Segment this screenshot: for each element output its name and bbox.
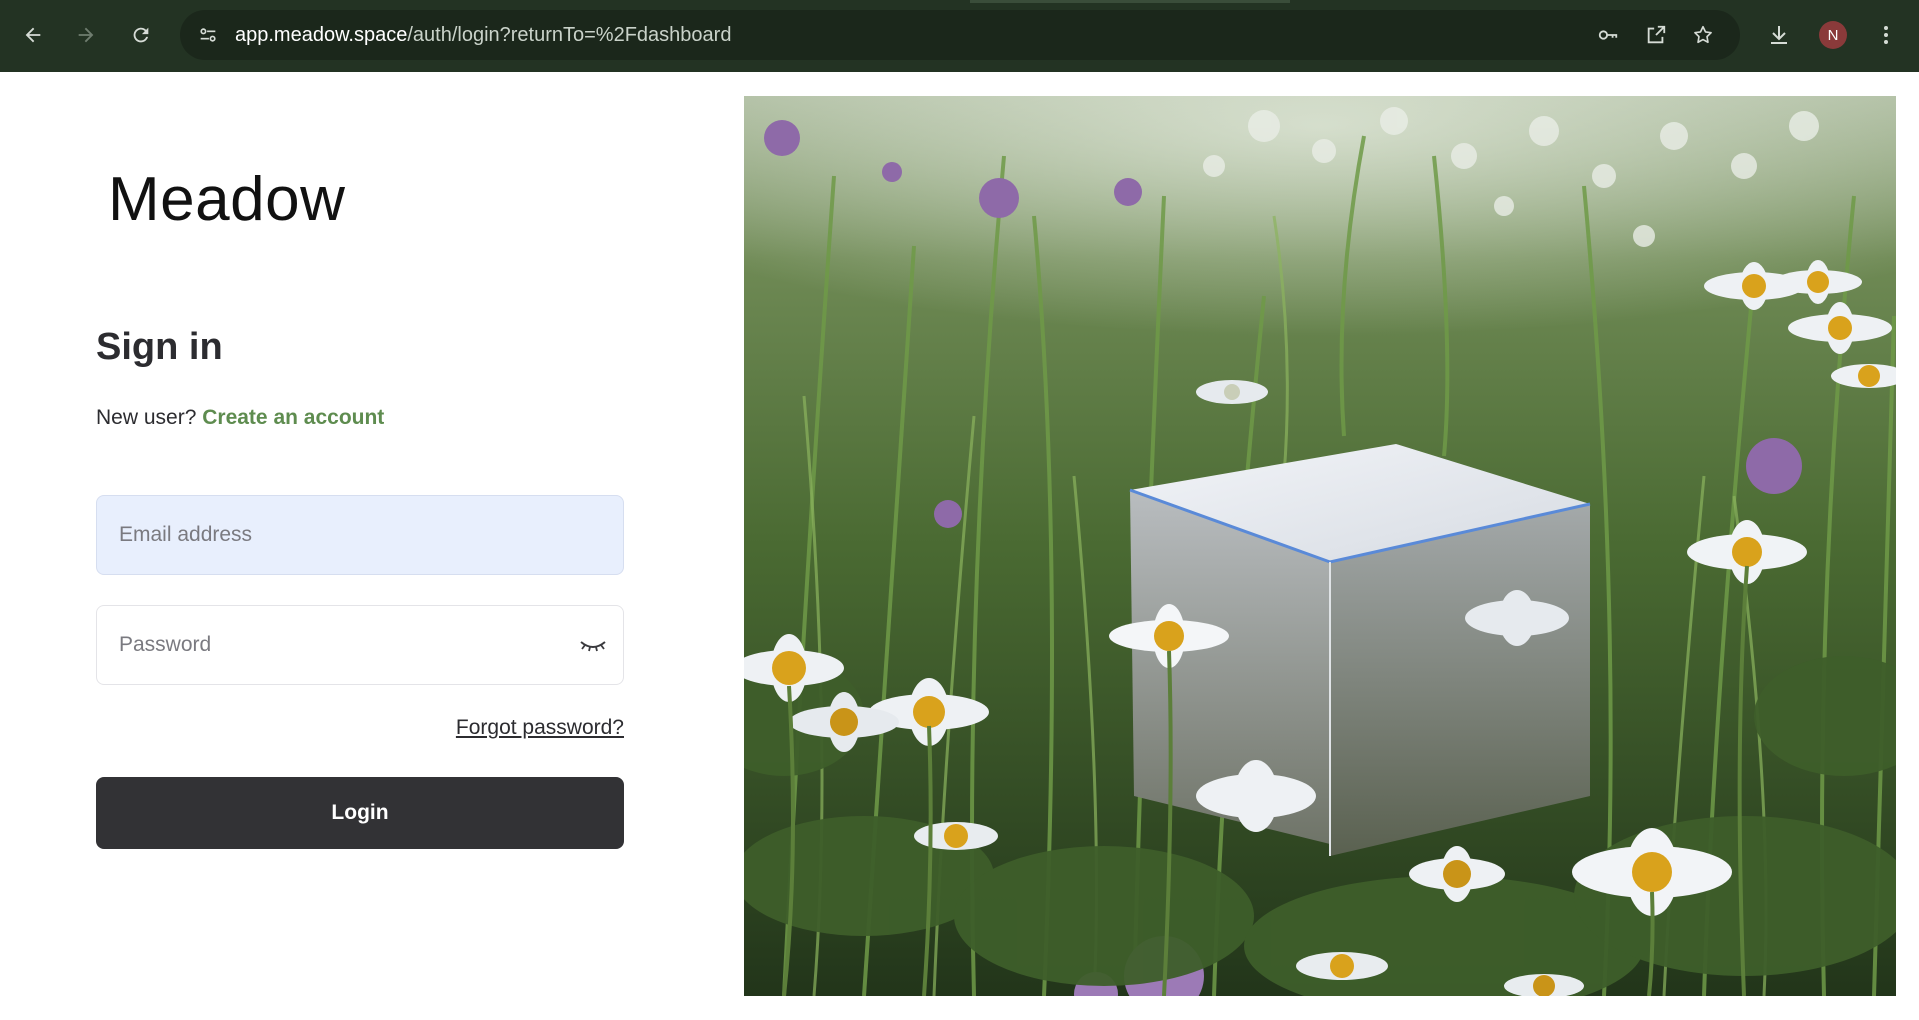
password-manager-button[interactable] bbox=[1592, 19, 1624, 51]
new-user-label: New user? bbox=[96, 406, 197, 429]
url-path: /auth/login?returnTo=%2Fdashboard bbox=[407, 24, 732, 46]
forward-arrow-icon bbox=[78, 27, 94, 43]
brand-logo: Meadow bbox=[108, 165, 346, 234]
browser-menu-button[interactable] bbox=[1869, 18, 1903, 52]
password-input[interactable] bbox=[117, 606, 577, 684]
more-vertical-icon bbox=[1884, 26, 1888, 44]
back-button[interactable] bbox=[16, 18, 50, 52]
download-icon bbox=[1771, 26, 1787, 44]
reload-icon bbox=[133, 27, 149, 43]
reload-button[interactable] bbox=[124, 18, 158, 52]
site-settings-icon bbox=[200, 28, 216, 42]
tab-strip-edge bbox=[970, 0, 1290, 3]
forward-button[interactable] bbox=[69, 18, 103, 52]
hero-illustration bbox=[744, 96, 1896, 996]
bookmark-button[interactable] bbox=[1687, 19, 1719, 51]
site-info-button[interactable] bbox=[192, 19, 224, 51]
password-visibility-toggle[interactable] bbox=[577, 630, 609, 662]
url-text[interactable]: app.meadow.space/auth/login?returnTo=%2F… bbox=[235, 10, 731, 60]
login-page: Meadow Sign in New user? Create an accou… bbox=[0, 72, 1919, 1020]
url-host: app.meadow.space bbox=[235, 24, 408, 46]
signup-prompt: New user? Create an account bbox=[96, 406, 384, 430]
open-external-icon bbox=[1647, 25, 1666, 44]
meadow-cube-image bbox=[744, 96, 1896, 996]
email-field[interactable] bbox=[96, 495, 624, 575]
star-icon bbox=[1694, 25, 1712, 44]
open-in-app-button[interactable] bbox=[1640, 19, 1672, 51]
email-input[interactable] bbox=[117, 496, 577, 574]
profile-avatar[interactable]: N bbox=[1819, 21, 1847, 49]
eye-closed-icon bbox=[580, 641, 606, 652]
downloads-button[interactable] bbox=[1762, 18, 1796, 52]
forgot-password-link[interactable]: Forgot password? bbox=[456, 716, 624, 740]
back-arrow-icon bbox=[25, 27, 41, 43]
key-icon bbox=[1598, 30, 1618, 40]
login-button[interactable]: Login bbox=[96, 777, 624, 849]
password-field[interactable] bbox=[96, 605, 624, 685]
address-bar[interactable]: app.meadow.space/auth/login?returnTo=%2F… bbox=[180, 10, 1740, 60]
browser-toolbar: app.meadow.space/auth/login?returnTo=%2F… bbox=[0, 0, 1919, 72]
page-title: Sign in bbox=[96, 326, 223, 368]
create-account-link[interactable]: Create an account bbox=[202, 406, 384, 429]
